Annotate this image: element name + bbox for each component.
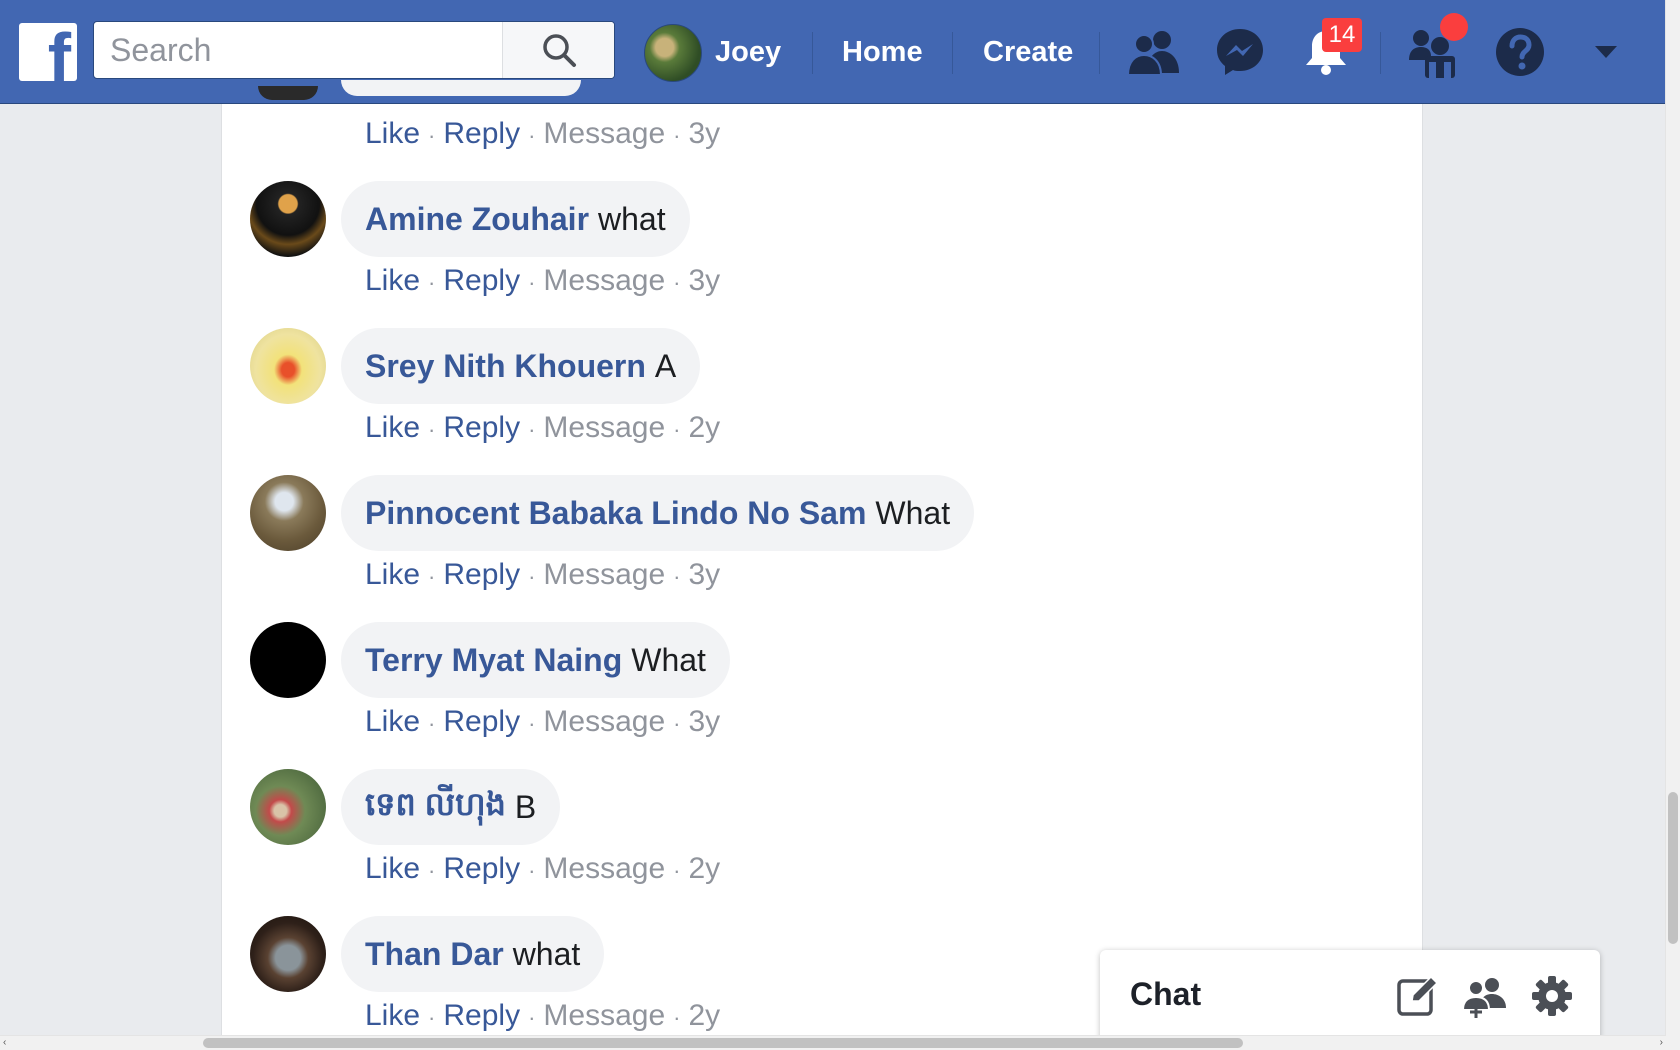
comment-time[interactable]: 3y xyxy=(688,264,720,297)
commenter-name[interactable]: Terry Myat Naing xyxy=(365,642,622,679)
commenter-name[interactable]: Pinnocent Babaka Lindo No Sam xyxy=(365,495,866,532)
comment-actions: Like · Reply · Message · 3y xyxy=(365,558,721,591)
comment-text: what xyxy=(598,200,666,237)
vertical-scroll-thumb[interactable] xyxy=(1668,792,1678,944)
nav-divider xyxy=(1380,32,1381,74)
comment-time[interactable]: 3y xyxy=(688,117,720,150)
new-group-icon xyxy=(1461,978,1506,1018)
comment-actions: Like · Reply · Message · 3y xyxy=(365,264,721,297)
comment-time[interactable]: 3y xyxy=(688,705,720,738)
comment-bubble: Terry Myat Naing What xyxy=(341,622,730,698)
commenter-name[interactable]: ទេព លីហុង xyxy=(365,784,506,831)
comment-text: What xyxy=(875,494,951,531)
like-link[interactable]: Like xyxy=(365,264,420,297)
reply-link[interactable]: Reply xyxy=(443,558,520,591)
avatar[interactable] xyxy=(250,769,326,845)
comment-time[interactable]: 2y xyxy=(688,852,720,885)
commenter-name[interactable]: Than Dar xyxy=(365,936,504,973)
comment-bubble: ទេព លីហុង B xyxy=(341,769,561,845)
friends-icon xyxy=(1127,31,1179,75)
reply-link[interactable]: Reply xyxy=(443,999,520,1032)
nav-divider xyxy=(952,32,953,74)
reply-link[interactable]: Reply xyxy=(443,264,520,297)
new-group-button[interactable] xyxy=(1461,974,1506,1018)
reply-link[interactable]: Reply xyxy=(443,411,520,444)
avatar[interactable] xyxy=(250,328,326,404)
compose-icon xyxy=(1397,975,1439,1016)
message-link[interactable]: Message xyxy=(543,705,665,738)
notification-count-badge: 14 xyxy=(1322,18,1362,52)
message-link[interactable]: Message xyxy=(543,852,665,885)
chat-title[interactable]: Chat xyxy=(1130,976,1201,1013)
like-link[interactable]: Like xyxy=(365,999,420,1032)
commenter-name[interactable]: Amine Zouhair xyxy=(365,201,589,238)
profile-link[interactable]: Joey xyxy=(715,30,781,74)
scroll-right-arrow[interactable]: › xyxy=(1660,1037,1663,1048)
comment-bubble: Srey Nith Khouern A xyxy=(341,328,701,404)
comment-bubble: Than Dar what xyxy=(341,916,605,992)
messenger-icon xyxy=(1217,29,1263,75)
comment-text: What xyxy=(631,641,706,678)
avatar[interactable] xyxy=(250,916,326,992)
comment-bubble: Amine Zouhair what xyxy=(341,181,690,257)
search-box xyxy=(93,21,615,79)
like-link[interactable]: Like xyxy=(365,852,420,885)
avatar[interactable] xyxy=(250,181,326,257)
vertical-scrollbar[interactable] xyxy=(1665,0,1680,1050)
help-icon xyxy=(1496,28,1544,76)
comment-bubble: Pinnocent Babaka Lindo No Sam What xyxy=(341,475,975,551)
nav-divider xyxy=(812,32,813,74)
comment-text: what xyxy=(512,935,581,972)
message-link[interactable]: Message xyxy=(543,264,665,297)
like-link[interactable]: Like xyxy=(365,117,420,150)
like-link[interactable]: Like xyxy=(365,411,420,444)
reply-link[interactable]: Reply xyxy=(443,117,520,150)
facebook-logo[interactable]: f xyxy=(19,23,77,81)
like-link[interactable]: Like xyxy=(365,558,420,591)
message-link[interactable]: Message xyxy=(543,558,665,591)
comment-text: A xyxy=(654,347,677,384)
comment-actions: Like · Reply · Message · 2y xyxy=(365,411,721,444)
account-menu-button[interactable] xyxy=(1578,24,1634,80)
comment-time[interactable]: 3y xyxy=(688,558,720,591)
reply-link[interactable]: Reply xyxy=(443,852,520,885)
comment-time[interactable]: 2y xyxy=(688,999,720,1032)
comment-actions: Like · Reply · Message · 3y xyxy=(365,117,721,150)
compose-message-button[interactable] xyxy=(1396,974,1440,1018)
settings-gear-icon xyxy=(1532,976,1572,1016)
friend-requests-button[interactable] xyxy=(1126,24,1182,80)
help-button[interactable] xyxy=(1492,24,1548,80)
reply-link[interactable]: Reply xyxy=(443,705,520,738)
search-icon xyxy=(542,34,576,67)
chat-settings-button[interactable] xyxy=(1530,974,1574,1018)
caret-down-icon xyxy=(1595,46,1617,58)
top-navigation-bar: f Joey Home Create 1 xyxy=(0,0,1666,104)
comment-actions: Like · Reply · Message · 2y xyxy=(365,852,721,885)
search-button[interactable] xyxy=(502,22,614,78)
commenter-name[interactable]: Srey Nith Khouern xyxy=(365,348,646,385)
comment-actions: Like · Reply · Message · 3y xyxy=(365,705,721,738)
like-link[interactable]: Like xyxy=(365,705,420,738)
new-activity-dot xyxy=(1440,13,1468,41)
horizontal-scrollbar[interactable]: ‹ › xyxy=(0,1035,1666,1050)
comment-text: B xyxy=(514,788,537,825)
profile-avatar[interactable] xyxy=(644,24,702,82)
horizontal-scroll-thumb[interactable] xyxy=(203,1038,1243,1048)
create-link[interactable]: Create xyxy=(983,30,1073,74)
avatar[interactable] xyxy=(250,622,326,698)
home-link[interactable]: Home xyxy=(842,30,923,74)
search-input[interactable] xyxy=(94,22,520,78)
message-link[interactable]: Message xyxy=(543,411,665,444)
messenger-button[interactable] xyxy=(1212,24,1268,80)
comment-bubble xyxy=(341,80,581,96)
comment-actions: Like · Reply · Message · 2y xyxy=(365,999,721,1032)
nav-divider xyxy=(1099,32,1100,74)
comment-time[interactable]: 2y xyxy=(688,411,720,444)
avatar xyxy=(258,86,318,100)
message-link[interactable]: Message xyxy=(543,117,665,150)
scroll-left-arrow[interactable]: ‹ xyxy=(3,1037,6,1048)
message-link[interactable]: Message xyxy=(543,999,665,1032)
avatar[interactable] xyxy=(250,475,326,551)
